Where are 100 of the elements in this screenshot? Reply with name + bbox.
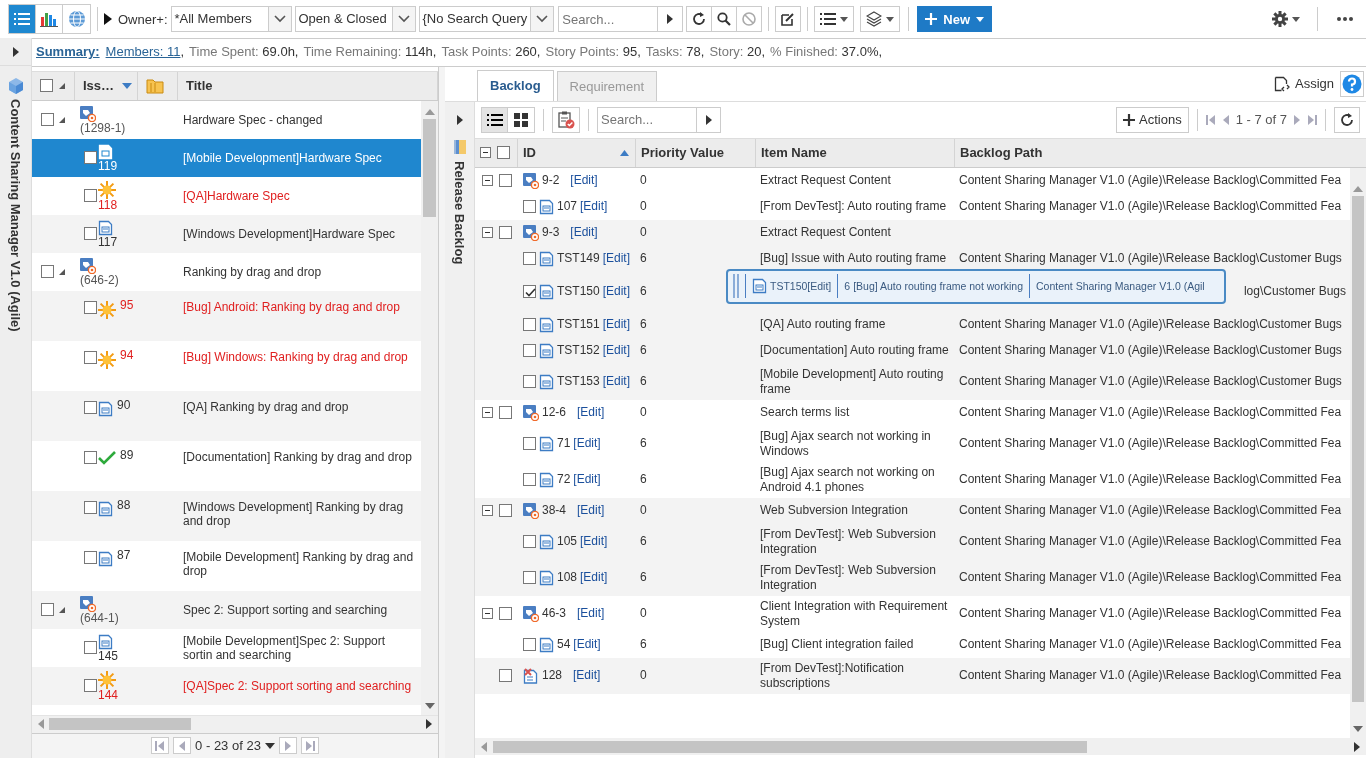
search-button[interactable]	[711, 6, 738, 32]
edit-link[interactable]: [Edit]	[602, 343, 631, 359]
last-page-button[interactable]	[300, 737, 319, 755]
collapse-icon[interactable]	[482, 227, 493, 239]
issue-id[interactable]: 94	[120, 347, 134, 362]
dropdown[interactable]: Open & Closed	[294, 6, 416, 32]
collapse-triangle-icon[interactable]	[59, 606, 65, 613]
issue-id[interactable]: (1298-1)	[80, 121, 126, 134]
checkbox[interactable]	[84, 679, 97, 693]
edit-link[interactable]: [Edit]	[573, 436, 601, 452]
table-row[interactable]: 144 [QA]Spec 2: Support sorting and searching	[32, 666, 421, 705]
edit-link[interactable]: [Edit]	[580, 199, 608, 215]
sidebar-title[interactable]: Content Sharing Manager V1.0 (Agile)	[8, 99, 23, 332]
first-page-button[interactable]	[1205, 114, 1216, 125]
previous-page-button[interactable]	[173, 737, 192, 755]
dropdown[interactable]: {No Search Query	[418, 6, 555, 32]
scrollbar[interactable]	[1350, 167, 1366, 738]
edit-link[interactable]: [Edit]	[573, 472, 601, 488]
checkbox[interactable]	[523, 437, 536, 451]
issue-id[interactable]: (644-1)	[80, 611, 119, 624]
checkbox[interactable]	[84, 450, 97, 464]
scroll-thumb[interactable]	[49, 718, 191, 731]
help-button[interactable]	[1340, 70, 1364, 97]
checkbox[interactable]	[523, 285, 536, 299]
column-header[interactable]: Title	[178, 71, 438, 100]
summary-link[interactable]: Summary:	[36, 44, 100, 60]
list-menu-button[interactable]	[814, 6, 855, 32]
issue-id[interactable]: 118	[98, 198, 118, 211]
next-page-button[interactable]	[1294, 114, 1300, 125]
checkbox[interactable]	[523, 344, 536, 358]
checkbox[interactable]	[41, 265, 54, 279]
edit-link[interactable]: [Edit]	[570, 173, 598, 189]
checkbox[interactable]	[499, 174, 512, 188]
issue-id[interactable]: 90	[117, 397, 131, 412]
column-header[interactable]: Priority Value	[636, 138, 756, 167]
scrollbar[interactable]	[475, 738, 1366, 755]
last-page-button[interactable]	[1307, 114, 1317, 125]
search-field[interactable]: Search...	[597, 106, 721, 133]
edit-link[interactable]: [Edit]	[577, 503, 605, 519]
issue-id[interactable]: 89	[120, 447, 134, 462]
column-header[interactable]: Iss…	[75, 71, 138, 100]
issue-id[interactable]: 87	[117, 547, 131, 562]
collapse-all-icon[interactable]	[480, 147, 491, 159]
collapse-icon[interactable]	[482, 407, 493, 419]
checkbox[interactable]	[84, 550, 97, 564]
checkbox[interactable]	[84, 189, 97, 203]
collapse-icon[interactable]	[482, 175, 493, 187]
checkbox[interactable]	[41, 113, 54, 127]
column-header[interactable]: ID	[518, 138, 636, 167]
table-row[interactable]: (644-1) Spec 2: Support sorting and searching	[32, 590, 421, 629]
checkbox[interactable]	[84, 500, 97, 514]
select-all-checkbox[interactable]	[497, 146, 510, 160]
collapse-icon[interactable]	[482, 505, 493, 517]
checkbox[interactable]	[523, 252, 536, 266]
issue-id[interactable]: 119	[98, 159, 118, 172]
checkbox[interactable]	[523, 473, 536, 487]
edit-link[interactable]: [Edit]	[580, 534, 608, 550]
issue-id[interactable]: 144	[98, 688, 119, 701]
checkbox[interactable]	[499, 607, 512, 621]
edit-link[interactable]: [Edit]	[602, 284, 631, 300]
edit-link[interactable]: [Edit]	[602, 317, 631, 333]
column-header[interactable]: Item Name	[756, 138, 955, 167]
edit-button[interactable]	[775, 6, 802, 32]
scrollbar[interactable]	[421, 100, 438, 715]
checkbox[interactable]	[84, 350, 97, 364]
issue-id[interactable]: (646-2)	[80, 273, 119, 286]
issue-id[interactable]: 88	[117, 497, 131, 512]
layers-menu-button[interactable]	[860, 6, 901, 32]
edit-link[interactable]: [Edit]	[573, 668, 601, 684]
edit-link[interactable]: [Edit]	[602, 374, 631, 390]
edit-link[interactable]: [Edit]	[570, 225, 598, 241]
column-header[interactable]: Backlog Path	[955, 138, 1366, 167]
edit-link[interactable]: [Edit]	[577, 405, 605, 421]
collapse-triangle-icon[interactable]	[59, 116, 65, 123]
clipboard-button[interactable]	[552, 106, 580, 133]
checkbox[interactable]	[84, 300, 97, 314]
assign-button[interactable]: Assign	[1273, 75, 1334, 92]
table-row[interactable]: 95 [Bug] Android: Ranking by drag and drop	[32, 290, 421, 341]
new-button[interactable]: New	[917, 6, 992, 32]
checkbox[interactable]	[499, 669, 512, 683]
table-row[interactable]: 88 [Windows Development] Ranking by drag and drop	[32, 490, 421, 541]
checkbox[interactable]	[41, 603, 54, 617]
panel-title[interactable]: Release Backlog	[452, 160, 467, 265]
search-field[interactable]: Search...	[558, 6, 684, 32]
actions-button[interactable]: Actions	[1116, 106, 1189, 133]
checkbox[interactable]	[84, 227, 97, 241]
collapse-icon[interactable]	[482, 608, 493, 620]
checkbox[interactable]	[499, 504, 512, 518]
scroll-thumb[interactable]	[1352, 195, 1364, 702]
edit-link[interactable]: [Edit]	[573, 637, 601, 653]
expand-arrow-icon[interactable]	[104, 13, 112, 25]
table-row[interactable]: 90 [QA] Ranking by drag and drop	[32, 390, 421, 441]
checkbox[interactable]	[84, 400, 97, 414]
checkbox[interactable]	[84, 641, 97, 655]
list-view-button[interactable]	[482, 107, 508, 132]
checkbox[interactable]	[523, 375, 536, 389]
edit-link[interactable]: [Edit]	[580, 570, 608, 586]
table-row[interactable]: 119 [Mobile Development]Hardware Spec	[32, 138, 421, 177]
checkbox[interactable]	[84, 151, 97, 165]
previous-page-button[interactable]	[1222, 114, 1229, 125]
